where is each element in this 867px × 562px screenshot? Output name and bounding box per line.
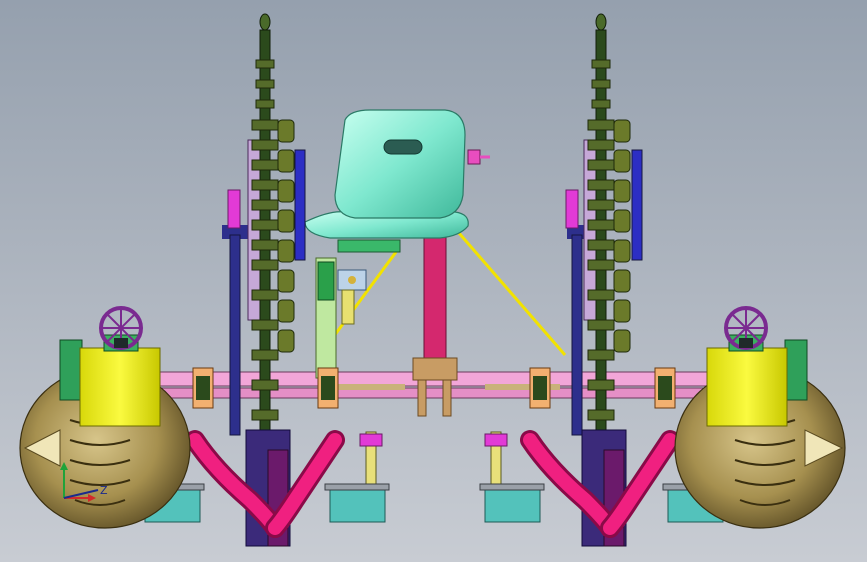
- cad-viewport[interactable]: Z: [0, 0, 867, 562]
- assembly-drawing[interactable]: Z: [0, 0, 867, 562]
- seat-assembly[interactable]: [304, 109, 567, 417]
- z-axis-label: Z: [100, 484, 108, 497]
- seat-back[interactable]: [334, 109, 466, 219]
- lift-mechanism[interactable]: [315, 257, 367, 379]
- drive-wheel-right[interactable]: [674, 306, 846, 529]
- seat-handle-slot: [383, 139, 423, 155]
